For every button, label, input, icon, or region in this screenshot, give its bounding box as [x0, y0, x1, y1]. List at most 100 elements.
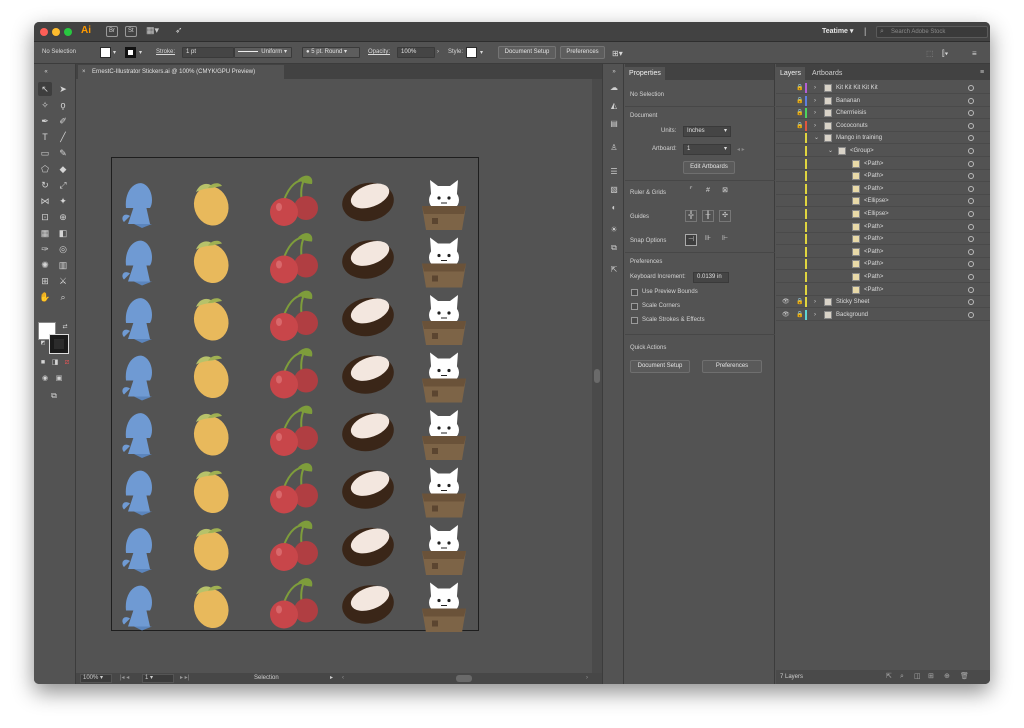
coconut-sticker[interactable] [339, 466, 397, 513]
vertical-scrollbar[interactable] [592, 79, 602, 673]
lock-guides-icon[interactable]: ╫ [702, 210, 714, 222]
layer-target-icon[interactable] [968, 261, 974, 268]
layer-row[interactable]: <Ellipse> [776, 195, 990, 208]
cat-basket-sticker[interactable] [421, 352, 467, 403]
cherry-sticker[interactable] [269, 404, 319, 457]
grid-icon[interactable]: # [702, 186, 714, 198]
variable-width-profile[interactable]: Uniform ▾ [234, 47, 292, 58]
layer-target-icon[interactable] [968, 110, 974, 117]
eraser-tool-icon[interactable]: ◆ [56, 162, 70, 176]
lock-toggle-icon[interactable]: 🔒 [796, 107, 804, 119]
artboard-nav-icons[interactable]: |◂ ◂ [120, 673, 129, 684]
snap-to-point-icon[interactable]: ⊣ [685, 234, 697, 246]
cherry-sticker[interactable] [269, 347, 319, 400]
layer-row[interactable]: 👁 🔒 › Sticky Sheet [776, 296, 990, 309]
visibility-toggle-icon[interactable]: 👁 [782, 296, 790, 308]
blend-tool-icon[interactable]: ◎ [56, 242, 70, 256]
edit-artboards-button[interactable]: Edit Artboards [683, 161, 735, 174]
layer-row[interactable]: 🔒 › Kit Kit Kit Kit Kit [776, 82, 990, 94]
layer-target-icon[interactable] [968, 160, 974, 167]
gradient-panel-icon[interactable]: ▧ [608, 184, 620, 196]
horizontal-scroll-thumb[interactable] [456, 675, 472, 682]
expand-layer-icon[interactable]: › [814, 95, 816, 107]
visibility-toggle-icon[interactable]: 👁 [782, 309, 790, 321]
layer-row[interactable]: <Path> [776, 271, 990, 283]
scale-corners-checkbox[interactable] [631, 303, 638, 310]
quick-document-setup-button[interactable]: Document Setup [630, 360, 690, 373]
lock-toggle-icon[interactable]: 🔒 [796, 120, 804, 132]
width-tool-icon[interactable]: ⋈ [38, 194, 52, 208]
delete-layer-icon[interactable]: 🗑 [960, 670, 969, 684]
bridge-button[interactable]: Br [106, 26, 118, 37]
selection-tool-icon[interactable]: ↖ [38, 82, 52, 96]
layer-target-icon[interactable] [968, 286, 974, 293]
lasso-tool-icon[interactable]: ϙ [56, 98, 70, 112]
layer-row[interactable]: <Path> [776, 284, 990, 296]
artboard-select[interactable]: 1 ▾ [683, 144, 731, 155]
eyedropper-tool-icon[interactable]: ✑ [38, 242, 52, 256]
workspace-switcher[interactable]: Teatime ▾ [822, 27, 853, 35]
shape-builder-tool-icon[interactable]: ⊕ [56, 210, 70, 224]
expand-layer-icon[interactable]: › [814, 82, 816, 94]
curvature-tool-icon[interactable]: ✐ [56, 114, 70, 128]
zoom-field[interactable]: 100% ▾ [80, 674, 112, 683]
export-icon[interactable]: ⇱ [608, 264, 620, 276]
scale-strokes-checkbox[interactable] [631, 317, 638, 324]
layer-target-icon[interactable] [968, 211, 974, 217]
type-tool-icon[interactable]: T [38, 130, 52, 144]
cherry-sticker[interactable] [269, 462, 319, 515]
layer-row[interactable]: 👁 🔒 › Background [776, 309, 990, 321]
cherry-sticker[interactable] [269, 519, 319, 572]
coconut-sticker[interactable] [339, 293, 397, 341]
opacity-dropdown-icon[interactable]: › [437, 49, 439, 55]
document-tab[interactable]: × ErnestC-Illustrator Stickers.ai @ 100%… [78, 65, 284, 79]
snap-to-pixel-icon[interactable]: ⊩ [719, 234, 731, 246]
locate-object-icon[interactable]: ⌕ [900, 670, 904, 684]
layer-target-icon[interactable] [968, 85, 974, 91]
pen-tool-icon[interactable]: ✒ [38, 114, 52, 128]
magic-wand-tool-icon[interactable]: ✧ [38, 98, 52, 112]
free-transform-tool-icon[interactable]: ⊡ [38, 210, 52, 224]
layer-row[interactable]: 🔒 › Bananan [776, 95, 990, 107]
keyboard-increment-field[interactable]: 0.0139 in [693, 272, 729, 283]
stroke-panel-icon[interactable]: ☰ [608, 166, 620, 178]
mango-sticker[interactable] [188, 469, 234, 518]
mushroom-sticker[interactable] [122, 240, 152, 286]
artboard-next-icons[interactable]: ▸ ▸| [180, 673, 189, 684]
lock-toggle-icon[interactable]: 🔒 [796, 95, 804, 107]
cherry-sticker[interactable] [269, 174, 319, 227]
hscroll-right-icon[interactable]: › [586, 673, 588, 684]
opacity-label[interactable]: Opacity: [368, 49, 390, 55]
direct-selection-tool-icon[interactable]: ➤ [56, 82, 70, 96]
coconut-sticker[interactable] [339, 351, 397, 398]
layer-row[interactable]: <Path> [776, 246, 990, 258]
color-icon[interactable]: ◭ [608, 100, 620, 112]
stock-button[interactable]: St [125, 26, 137, 37]
canvas-area[interactable] [76, 79, 592, 673]
fill-swatch[interactable] [100, 47, 111, 58]
layer-target-icon[interactable] [968, 97, 974, 104]
scale-tool-icon[interactable]: ⤢ [56, 178, 70, 192]
collect-export-icon[interactable]: ⇱ [886, 670, 892, 684]
cat-basket-sticker[interactable] [421, 582, 467, 633]
layer-target-icon[interactable] [968, 122, 974, 129]
brush-definition[interactable]: ● 5 pt. Round ▾ [302, 47, 360, 58]
tab-properties[interactable]: Properties [625, 67, 665, 80]
style-swatch[interactable] [466, 47, 477, 58]
expand-layer-icon[interactable]: › [814, 107, 816, 119]
paintbrush-tool-icon[interactable]: ✎ [56, 146, 70, 160]
expand-layer-icon[interactable]: ⌄ [814, 132, 819, 144]
layer-target-icon[interactable] [968, 236, 974, 243]
mango-sticker[interactable] [188, 526, 234, 576]
screen-mode-icon[interactable]: ▣ [52, 372, 66, 386]
layer-row[interactable]: ⌄ <Group> [776, 145, 990, 157]
mango-sticker[interactable] [188, 411, 234, 461]
expand-layer-icon[interactable]: ⌄ [828, 145, 833, 157]
opacity-field[interactable]: 100% [397, 47, 435, 58]
coconut-sticker[interactable] [339, 523, 397, 571]
zoom-tool-icon[interactable]: ⌕ [56, 290, 70, 304]
swap-fill-stroke-icon[interactable]: ⇄ [58, 320, 72, 334]
mushroom-sticker[interactable] [122, 183, 152, 228]
stroke-swatch-dropdown-icon[interactable]: ▾ [139, 49, 142, 56]
smart-guides-icon[interactable]: ✣ [719, 210, 731, 222]
